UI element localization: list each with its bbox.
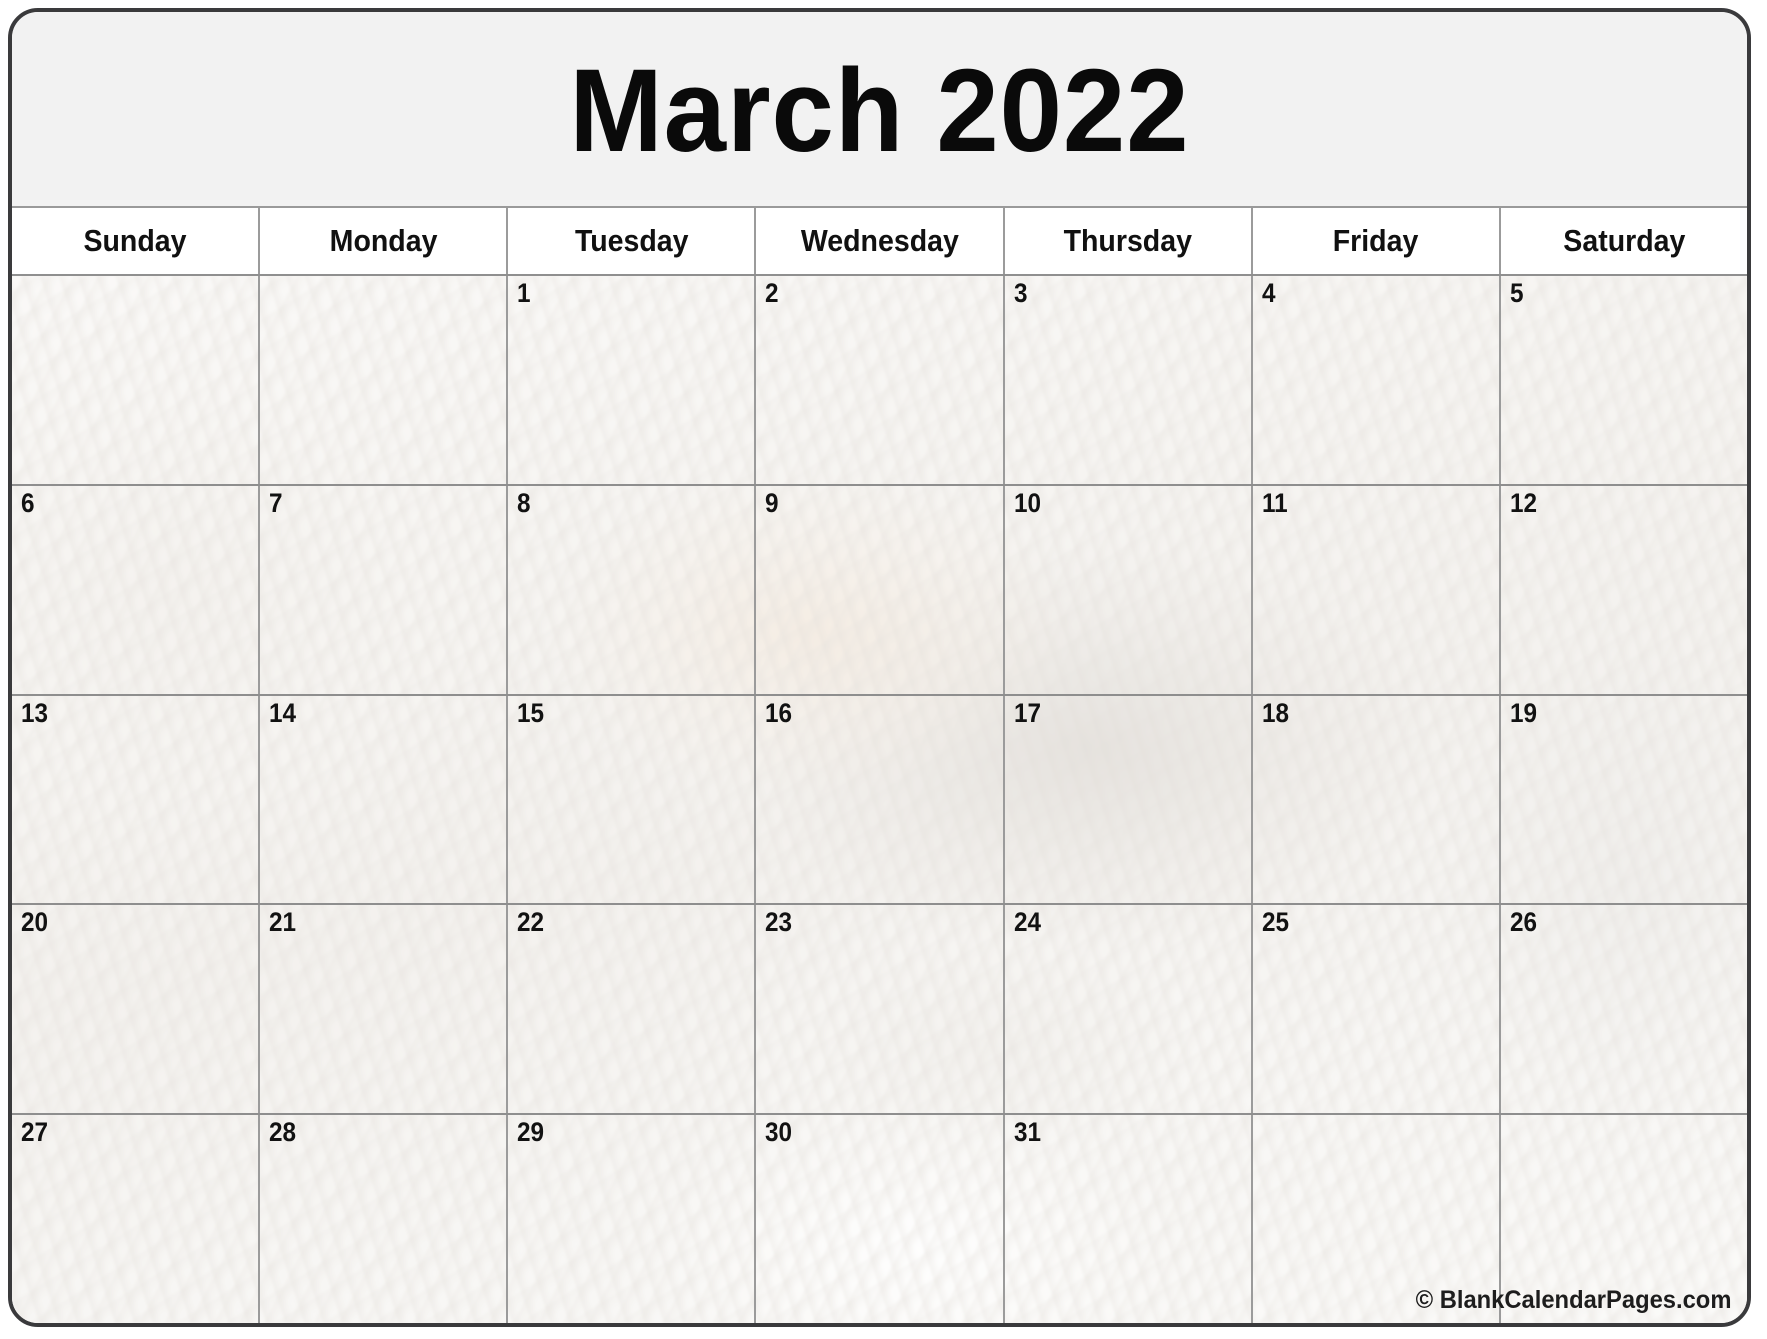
day-cell[interactable]: 7 (260, 485, 509, 694)
date-number: 31 (1013, 1117, 1041, 1148)
day-cell[interactable]: 27 (12, 1115, 261, 1323)
date-number: 19 (1509, 697, 1537, 728)
weekday-label: Friday (1332, 223, 1419, 258)
day-cell[interactable]: 9 (756, 485, 1005, 694)
day-cell[interactable]: 3 (1005, 276, 1253, 484)
weekday-label: Sunday (83, 223, 187, 258)
date-number: 10 (1013, 487, 1041, 518)
week-row: 6 7 8 9 10 11 12 (12, 485, 1747, 696)
calendar-grid: 1 2 3 4 5 6 7 8 9 10 11 12 13 14 15 16 1… (12, 276, 1747, 1323)
date-number: 25 (1261, 907, 1289, 938)
day-cell[interactable]: 5 (1501, 276, 1747, 484)
title-band: March 2022 (12, 12, 1747, 208)
weekday-label: Wednesday (800, 223, 959, 258)
date-number: 9 (765, 487, 779, 518)
date-number: 6 (21, 487, 35, 518)
day-cell[interactable]: 23 (756, 905, 1005, 1114)
date-number: 14 (269, 697, 297, 728)
day-cell[interactable]: 30 (756, 1115, 1005, 1323)
calendar-frame: March 2022 Sunday Monday Tuesday Wednesd… (8, 8, 1751, 1327)
day-cell[interactable]: 29 (508, 1115, 757, 1323)
date-number: 26 (1509, 907, 1537, 938)
day-cell[interactable]: 15 (508, 695, 757, 904)
day-cell[interactable]: 1 (508, 276, 757, 484)
day-cell[interactable]: 25 (1253, 905, 1501, 1114)
day-cell[interactable]: 14 (260, 695, 509, 904)
weekday-header-tuesday: Tuesday (508, 208, 757, 274)
date-number: 11 (1261, 487, 1288, 518)
date-number: 15 (517, 697, 545, 728)
date-number: 8 (517, 487, 531, 518)
date-number: 13 (21, 697, 49, 728)
day-cell[interactable]: 11 (1253, 485, 1501, 694)
day-cell[interactable]: 6 (12, 485, 261, 694)
day-cell[interactable]: 21 (260, 905, 509, 1114)
day-cell[interactable]: 20 (12, 905, 261, 1114)
day-cell[interactable]: 13 (12, 695, 261, 904)
day-cell[interactable]: 16 (756, 695, 1005, 904)
day-cell[interactable]: 28 (260, 1115, 509, 1323)
day-cell[interactable]: 4 (1253, 276, 1501, 484)
date-number: 12 (1509, 487, 1537, 518)
day-cell[interactable] (260, 276, 509, 484)
weekday-header-monday: Monday (260, 208, 509, 274)
day-cell[interactable]: 10 (1005, 485, 1253, 694)
day-cell[interactable]: 12 (1501, 486, 1747, 694)
date-number: 3 (1013, 278, 1028, 308)
day-cell[interactable]: 24 (1005, 905, 1253, 1114)
date-number: 21 (269, 907, 297, 938)
weekday-label: Monday (329, 223, 438, 258)
day-cell[interactable]: 8 (508, 485, 757, 694)
week-row: 1 2 3 4 5 (12, 276, 1747, 486)
date-number: 20 (21, 907, 49, 938)
date-number: 28 (269, 1117, 297, 1148)
day-cell[interactable]: 22 (508, 905, 757, 1114)
weekday-label: Saturday (1562, 223, 1685, 258)
day-cell[interactable]: 31 (1005, 1115, 1253, 1323)
week-row: 20 21 22 23 24 25 26 (12, 905, 1747, 1116)
date-number: 22 (517, 907, 545, 938)
day-cell[interactable]: 26 (1501, 905, 1747, 1113)
weekday-label: Thursday (1063, 223, 1192, 258)
date-number: 27 (21, 1117, 49, 1148)
page-title: March 2022 (569, 45, 1190, 177)
date-number: 18 (1261, 697, 1289, 728)
weekday-label: Tuesday (574, 223, 689, 258)
day-cell[interactable]: 2 (756, 276, 1005, 484)
date-number: 7 (269, 487, 283, 518)
site-credit: © BlankCalendarPages.com (1415, 1286, 1731, 1314)
weekday-header-wednesday: Wednesday (756, 208, 1005, 274)
date-number: 2 (765, 278, 779, 308)
date-number: 5 (1509, 278, 1524, 308)
date-number: 29 (517, 1117, 545, 1148)
day-cell[interactable]: 17 (1005, 695, 1253, 904)
day-cell[interactable]: 18 (1253, 695, 1501, 904)
day-cell[interactable] (12, 276, 261, 484)
week-rows: 1 2 3 4 5 6 7 8 9 10 11 12 13 14 15 16 1… (12, 276, 1747, 1323)
date-number: 17 (1013, 697, 1041, 728)
weekday-header-sunday: Sunday (12, 208, 261, 274)
day-cell[interactable]: 19 (1501, 696, 1747, 904)
date-number: 24 (1013, 907, 1041, 938)
date-number: 4 (1261, 278, 1276, 308)
weekday-header-saturday: Saturday (1500, 208, 1747, 274)
date-number: 1 (517, 278, 531, 308)
date-number: 16 (765, 697, 793, 728)
date-number: 30 (765, 1117, 793, 1148)
weekday-header-row: Sunday Monday Tuesday Wednesday Thursday… (12, 208, 1747, 276)
week-row: 13 14 15 16 17 18 19 (12, 695, 1747, 906)
weekday-header-friday: Friday (1252, 208, 1501, 274)
weekday-header-thursday: Thursday (1004, 208, 1253, 274)
date-number: 23 (765, 907, 793, 938)
